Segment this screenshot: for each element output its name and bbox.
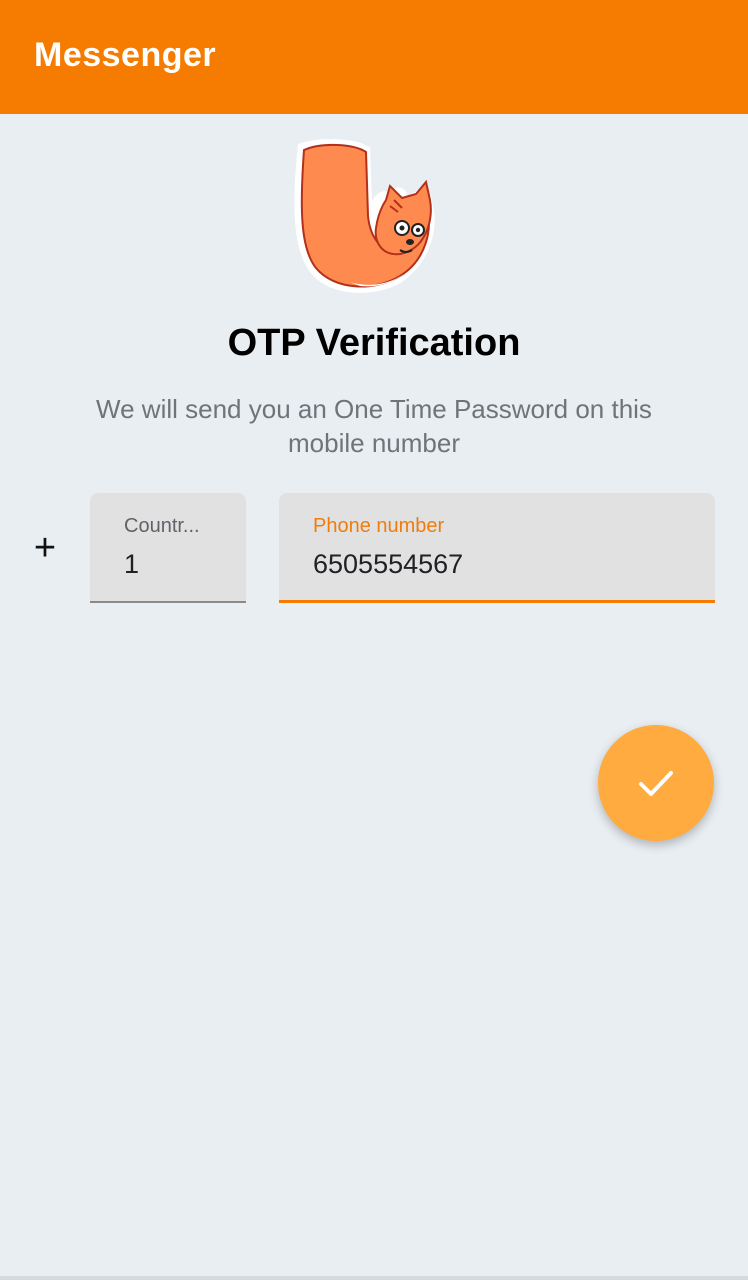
submit-fab-button[interactable] [598, 725, 714, 841]
country-code-field[interactable]: Countr... 1 [90, 493, 246, 603]
phone-number-field[interactable]: Phone number 6505554567 [279, 493, 715, 603]
phone-number-value[interactable]: 6505554567 [313, 549, 463, 580]
bottom-divider [0, 1276, 748, 1280]
app-bar: Messenger [0, 0, 748, 114]
plus-prefix: + [33, 527, 57, 569]
otp-screen: Messenger OTP Verification We will send … [0, 0, 748, 1280]
phone-number-label: Phone number [313, 515, 445, 537]
country-code-value[interactable]: 1 [124, 549, 139, 580]
page-title: OTP Verification [227, 322, 521, 364]
country-code-label: Countr... [124, 515, 200, 537]
cat-mascot-icon [290, 132, 458, 300]
check-icon [639, 771, 673, 796]
page-subtitle: We will send you an One Time Password on… [96, 394, 652, 458]
app-bar-title: Messenger [34, 36, 217, 74]
